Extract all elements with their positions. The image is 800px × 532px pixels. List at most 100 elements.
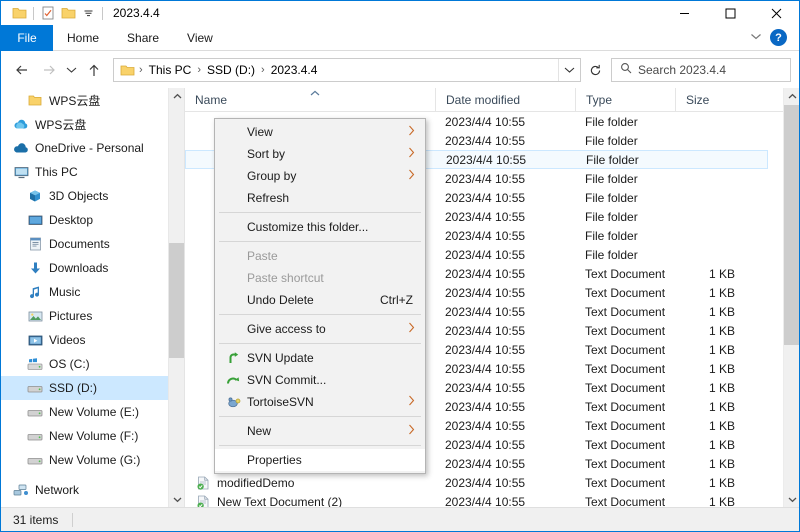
- breadcrumb-item-current[interactable]: 2023.4.4: [267, 61, 322, 79]
- sidebar-item-documents[interactable]: Documents: [1, 232, 184, 256]
- breadcrumb-item-this-pc[interactable]: This PC: [145, 61, 196, 79]
- tab-view[interactable]: View: [173, 25, 227, 51]
- cell-type: Text Document: [585, 285, 666, 300]
- menu-icon-placeholder: [223, 248, 243, 264]
- tab-file[interactable]: File: [1, 25, 53, 51]
- cell-type: Text Document: [585, 361, 666, 376]
- sidebar-item-pictures[interactable]: Pictures: [1, 304, 184, 328]
- menu-item-properties[interactable]: Properties: [215, 449, 425, 471]
- folder-icon[interactable]: [9, 2, 29, 24]
- sidebar-item-this-pc[interactable]: This PC: [1, 160, 184, 184]
- chevron-down-icon[interactable]: [750, 32, 762, 44]
- cell-size: 1 KB: [708, 304, 735, 319]
- scroll-down-arrow-icon[interactable]: [784, 491, 799, 508]
- drive-icon: [27, 452, 43, 468]
- column-header-label: Name: [195, 92, 228, 107]
- menu-item-refresh[interactable]: Refresh: [215, 187, 425, 209]
- sidebar-item-3d-objects[interactable]: 3D Objects: [1, 184, 184, 208]
- menu-icon-placeholder: [223, 168, 243, 184]
- address-dropdown-icon[interactable]: [558, 59, 580, 81]
- scrollbar-thumb[interactable]: [784, 105, 799, 345]
- sidebar-item-music[interactable]: Music: [1, 280, 184, 304]
- scrollbar-thumb[interactable]: [169, 243, 184, 358]
- customize-dropdown-icon[interactable]: [78, 2, 98, 24]
- monitor-icon: [13, 164, 29, 180]
- sidebar-item-ssd-d[interactable]: SSD (D:): [1, 376, 184, 400]
- menu-item-undo-delete[interactable]: Undo Delete Ctrl+Z: [215, 289, 425, 311]
- cell-size: 1 KB: [708, 399, 735, 414]
- menu-item-group-by[interactable]: Group by: [215, 165, 425, 187]
- tab-share[interactable]: Share: [113, 25, 173, 51]
- search-input[interactable]: Search 2023.4.4: [611, 58, 791, 82]
- refresh-button[interactable]: [583, 58, 607, 82]
- close-button[interactable]: [753, 1, 799, 25]
- menu-item-view[interactable]: View: [215, 121, 425, 143]
- cell-type: File folder: [585, 209, 638, 224]
- music-note-icon: [27, 284, 43, 300]
- recent-locations-button[interactable]: [61, 57, 81, 83]
- sidebar-item-label: Network: [35, 483, 80, 497]
- breadcrumb-sep-1[interactable]: ›: [195, 64, 203, 76]
- maximize-button[interactable]: [707, 1, 753, 25]
- cell-type: File folder: [585, 133, 638, 148]
- sidebar-item-label: SSD (D:): [49, 381, 97, 395]
- cell-type: Text Document: [585, 342, 666, 357]
- scroll-up-arrow-icon[interactable]: [169, 88, 184, 105]
- file-list-scrollbar[interactable]: [783, 88, 799, 508]
- menu-item-svn-update[interactable]: SVN Update: [215, 347, 425, 369]
- column-header-size[interactable]: Size: [675, 88, 765, 112]
- cell-date: 2023/4/4 10:55: [445, 456, 526, 471]
- cell-date: 2023/4/4 10:55: [445, 475, 526, 490]
- menu-item-give-access-to[interactable]: Give access to: [215, 318, 425, 340]
- sidebar-item-wps-cloud[interactable]: WPS云盘: [1, 112, 184, 136]
- menu-item-svn-commit[interactable]: SVN Commit...: [215, 369, 425, 391]
- cell-size: 1 KB: [708, 361, 735, 376]
- breadcrumb-item-ssd-d[interactable]: SSD (D:): [203, 61, 259, 79]
- sidebar-item-new-volume-f[interactable]: New Volume (F:): [1, 424, 184, 448]
- cell-date: 2023/4/4 10:55: [445, 380, 526, 395]
- search-icon: [620, 61, 632, 79]
- properties-icon[interactable]: [38, 2, 58, 24]
- svn-commit-icon: [223, 372, 243, 388]
- table-row[interactable]: modifiedDemo 2023/4/4 10:55 Text Documen…: [185, 473, 768, 492]
- window-title: 2023.4.4: [113, 6, 160, 20]
- forward-button[interactable]: [35, 57, 61, 83]
- sidebar-item-new-volume-g[interactable]: New Volume (G:): [1, 448, 184, 472]
- sidebar-item-new-volume-e[interactable]: New Volume (E:): [1, 400, 184, 424]
- sidebar-item-downloads[interactable]: Downloads: [1, 256, 184, 280]
- sidebar-item-desktop[interactable]: Desktop: [1, 208, 184, 232]
- column-header-name[interactable]: Name: [185, 88, 435, 112]
- tab-home[interactable]: Home: [53, 25, 113, 51]
- cell-date: 2023/4/4 10:55: [445, 247, 526, 262]
- sidebar-item-network[interactable]: Network: [1, 478, 184, 502]
- scroll-up-arrow-icon[interactable]: [784, 88, 799, 105]
- address-bar[interactable]: › This PC › SSD (D:) › 2023.4.4: [113, 58, 581, 82]
- column-header-type[interactable]: Type: [575, 88, 675, 112]
- menu-item-tortoisesvn[interactable]: TortoiseSVN: [215, 391, 425, 413]
- scroll-down-arrow-icon[interactable]: [169, 491, 184, 508]
- sidebar-item-videos[interactable]: Videos: [1, 328, 184, 352]
- cell-type: Text Document: [585, 380, 666, 395]
- up-button[interactable]: [81, 57, 107, 83]
- help-icon[interactable]: ?: [770, 29, 787, 46]
- menu-item-new[interactable]: New: [215, 420, 425, 442]
- navigation-pane-scrollbar[interactable]: [168, 88, 184, 508]
- back-button[interactable]: [9, 57, 35, 83]
- table-row[interactable]: New Text Document (2) 2023/4/4 10:55 Tex…: [185, 492, 768, 508]
- menu-item-label: Sort by: [247, 147, 286, 161]
- sidebar-item-onedrive-personal[interactable]: OneDrive - Personal: [1, 136, 184, 160]
- minimize-button[interactable]: [661, 1, 707, 25]
- chevron-right-icon: [408, 424, 415, 438]
- quick-access-toolbar: 2023.4.4: [1, 2, 160, 24]
- column-header-date-modified[interactable]: Date modified: [435, 88, 575, 112]
- menu-item-customize-this-folder[interactable]: Customize this folder...: [215, 216, 425, 238]
- status-divider: [72, 512, 74, 527]
- menu-item-sort-by[interactable]: Sort by: [215, 143, 425, 165]
- new-folder-icon[interactable]: [58, 2, 78, 24]
- breadcrumb-sep-2[interactable]: ›: [259, 64, 267, 76]
- breadcrumb: › This PC › SSD (D:) › 2023.4.4: [114, 61, 558, 79]
- menu-item-label: TortoiseSVN: [247, 395, 314, 409]
- sidebar-item-wps-cloud-folder[interactable]: WPS云盘: [1, 88, 184, 112]
- sidebar-item-os-c[interactable]: OS (C:): [1, 352, 184, 376]
- sidebar-item-label: Downloads: [49, 261, 109, 275]
